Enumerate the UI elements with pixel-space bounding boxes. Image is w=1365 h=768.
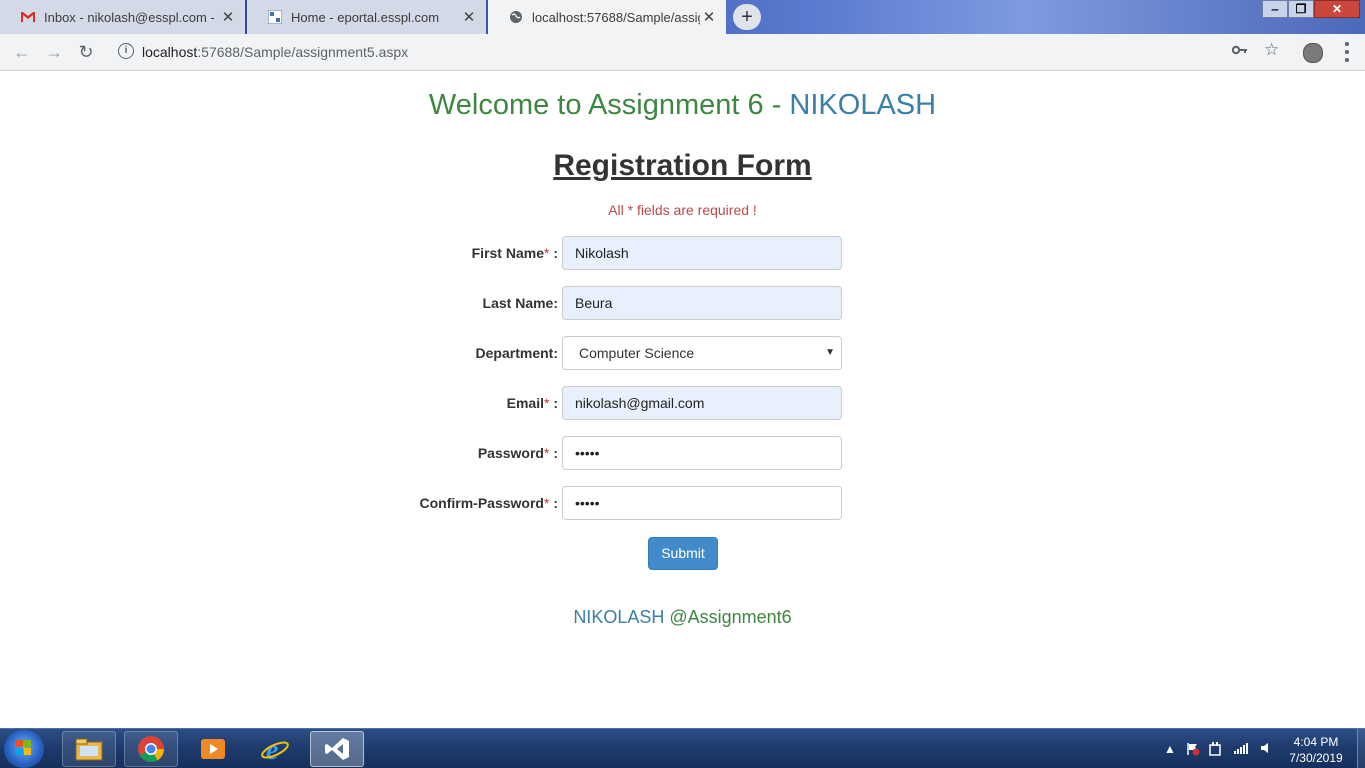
- start-button[interactable]: [4, 730, 44, 768]
- address-bar[interactable]: i localhost:57688/Sample/assignment5.asp…: [108, 38, 1292, 66]
- tab-label: Home - eportal.esspl.com: [291, 9, 440, 25]
- url-path: :57688/Sample/assignment5.aspx: [197, 44, 409, 60]
- minimize-button[interactable]: ‒: [1262, 0, 1288, 18]
- department-selected-value: Computer Science: [579, 345, 695, 361]
- url-text[interactable]: localhost:57688/Sample/assignment5.aspx: [142, 44, 408, 60]
- profile-avatar[interactable]: [1303, 43, 1323, 63]
- submit-button[interactable]: Submit: [648, 537, 718, 570]
- first-name-input[interactable]: Nikolash: [562, 236, 842, 270]
- browser-title-bar: Inbox - nikolash@esspl.com - ESS ✕ Home …: [0, 0, 1365, 34]
- bookmark-star-icon[interactable]: ☆: [1264, 40, 1279, 60]
- label-text: First Name: [471, 245, 544, 261]
- label-suffix: :: [549, 495, 558, 511]
- browser-menu-icon[interactable]: [1344, 40, 1350, 64]
- password-input[interactable]: •••••: [562, 436, 842, 470]
- label-suffix: :: [549, 395, 558, 411]
- tab-label: localhost:57688/Sample/assignme: [532, 9, 700, 25]
- file-explorer-icon[interactable]: [62, 731, 116, 767]
- last-name-input[interactable]: Beura: [562, 286, 842, 320]
- department-label: Department:: [475, 345, 558, 361]
- tab-gmail-inbox[interactable]: Inbox - nikolash@esspl.com - ESS ✕: [0, 0, 245, 34]
- tab-eportal-home[interactable]: Home - eportal.esspl.com ✕: [247, 0, 486, 34]
- power-icon[interactable]: [1209, 742, 1221, 759]
- system-clock[interactable]: 4:04 PM 7/30/2019: [1284, 734, 1348, 766]
- email-input[interactable]: nikolash@gmail.com: [562, 386, 842, 420]
- windows-logo-icon: [16, 740, 32, 756]
- new-tab-button[interactable]: +: [733, 4, 761, 30]
- volume-icon[interactable]: [1260, 742, 1272, 757]
- back-arrow-icon[interactable]: ←: [10, 40, 34, 64]
- close-tab-icon[interactable]: ✕: [700, 8, 718, 26]
- gmail-icon: [20, 9, 36, 25]
- label-text: Confirm-Password: [419, 495, 544, 511]
- confirm-password-label: Confirm-Password* :: [0, 495, 558, 511]
- internet-explorer-icon[interactable]: e: [248, 731, 302, 767]
- reload-icon[interactable]: ↻: [74, 40, 98, 64]
- email-label: Email* :: [0, 395, 558, 411]
- browser-toolbar: ← → ↻ i localhost:57688/Sample/assignmen…: [0, 34, 1365, 71]
- windows-taskbar: e ▲ 4:04 PM 7/30/2019: [0, 728, 1365, 768]
- welcome-prefix: Welcome to Assignment 6 -: [428, 89, 790, 121]
- page-content: Welcome to Assignment 6 - NIKOLASH Regis…: [0, 71, 1365, 728]
- globe-icon: [508, 9, 524, 25]
- last-name-label: Last Name:: [482, 295, 558, 311]
- key-icon[interactable]: [1231, 42, 1248, 60]
- clock-time: 4:04 PM: [1293, 735, 1339, 749]
- site-info-icon[interactable]: i: [118, 43, 134, 59]
- label-suffix: :: [549, 445, 558, 461]
- portal-icon: [267, 9, 283, 25]
- welcome-heading: Welcome to Assignment 6 - NIKOLASH: [0, 89, 1365, 122]
- network-signal-icon[interactable]: [1234, 742, 1248, 757]
- welcome-name: NIKOLASH: [789, 89, 937, 121]
- label-suffix: :: [549, 245, 558, 261]
- footer-suffix: @Assignment6: [664, 607, 792, 627]
- show-hidden-icons-icon[interactable]: ▲: [1164, 742, 1176, 756]
- tab-localhost-assignment[interactable]: localhost:57688/Sample/assignme ✕: [488, 0, 726, 34]
- clock-date: 7/30/2019: [1289, 751, 1343, 765]
- url-host: localhost: [142, 44, 198, 60]
- label-text: Password: [477, 445, 544, 461]
- form-title: Registration Form: [553, 149, 812, 182]
- required-note: All * fields are required !: [608, 202, 757, 218]
- first-name-label: First Name* :: [0, 245, 558, 261]
- close-tab-icon[interactable]: ✕: [460, 8, 478, 26]
- footer-name: NIKOLASH: [573, 607, 665, 627]
- label-text: Email: [506, 395, 544, 411]
- close-window-button[interactable]: ✕: [1314, 0, 1360, 18]
- close-tab-icon[interactable]: ✕: [219, 8, 237, 26]
- department-select[interactable]: Computer Science ▼: [562, 336, 842, 370]
- show-desktop-button[interactable]: [1357, 729, 1365, 768]
- tab-label: Inbox - nikolash@esspl.com - ESS: [44, 9, 219, 25]
- confirm-password-input[interactable]: •••••: [562, 486, 842, 520]
- visual-studio-icon[interactable]: [310, 731, 364, 767]
- media-player-icon[interactable]: [186, 731, 240, 767]
- forward-arrow-icon[interactable]: →: [42, 40, 66, 64]
- footer-text: NIKOLASH @Assignment6: [0, 607, 1365, 628]
- chevron-down-icon: ▼: [825, 347, 835, 358]
- restore-button[interactable]: ❐: [1288, 0, 1314, 18]
- chrome-icon[interactable]: [124, 731, 178, 767]
- password-label: Password* :: [0, 445, 558, 461]
- action-center-flag-icon[interactable]: [1186, 742, 1200, 759]
